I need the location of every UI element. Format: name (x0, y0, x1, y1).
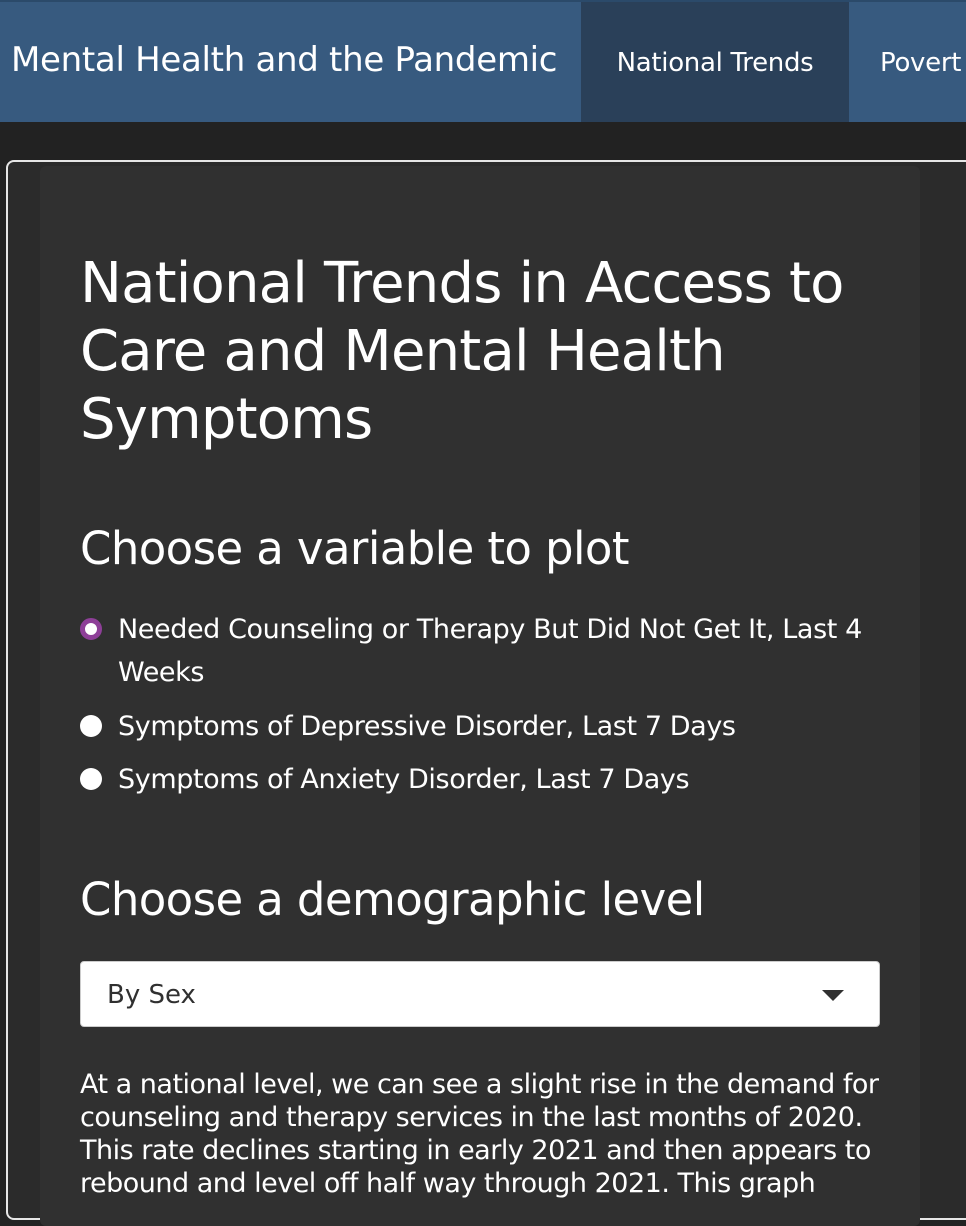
radio-label: Needed Counseling or Therapy But Did Not… (118, 614, 862, 688)
radio-button[interactable] (80, 768, 102, 790)
app-title: Mental Health and the Pandemic (11, 40, 558, 80)
demographic-heading: Choose a demographic level (80, 873, 705, 926)
tab-poverty[interactable]: Povert (880, 2, 961, 122)
radio-label: Symptoms of Anxiety Disorder, Last 7 Day… (118, 764, 690, 795)
description-text: At a national level, we can see a slight… (80, 1069, 879, 1199)
radio-option-anxiety[interactable]: Symptoms of Anxiety Disorder, Last 7 Day… (80, 758, 690, 801)
page-title: National Trends in Access to Care and Me… (80, 251, 844, 452)
demographic-select[interactable]: By Sex (80, 961, 880, 1027)
radio-option-counseling[interactable]: Needed Counseling or Therapy But Did Not… (80, 608, 880, 694)
top-navbar: Mental Health and the Pandemic National … (0, 0, 966, 122)
radio-option-depressive[interactable]: Symptoms of Depressive Disorder, Last 7 … (80, 705, 736, 748)
tab-national-trends[interactable]: National Trends (581, 2, 849, 122)
select-value: By Sex (107, 980, 196, 1010)
radio-button[interactable] (80, 715, 102, 737)
chevron-down-icon (822, 990, 844, 1001)
radio-button-selected[interactable] (80, 618, 102, 640)
radio-label: Symptoms of Depressive Disorder, Last 7 … (118, 711, 736, 742)
variable-heading: Choose a variable to plot (80, 522, 629, 575)
